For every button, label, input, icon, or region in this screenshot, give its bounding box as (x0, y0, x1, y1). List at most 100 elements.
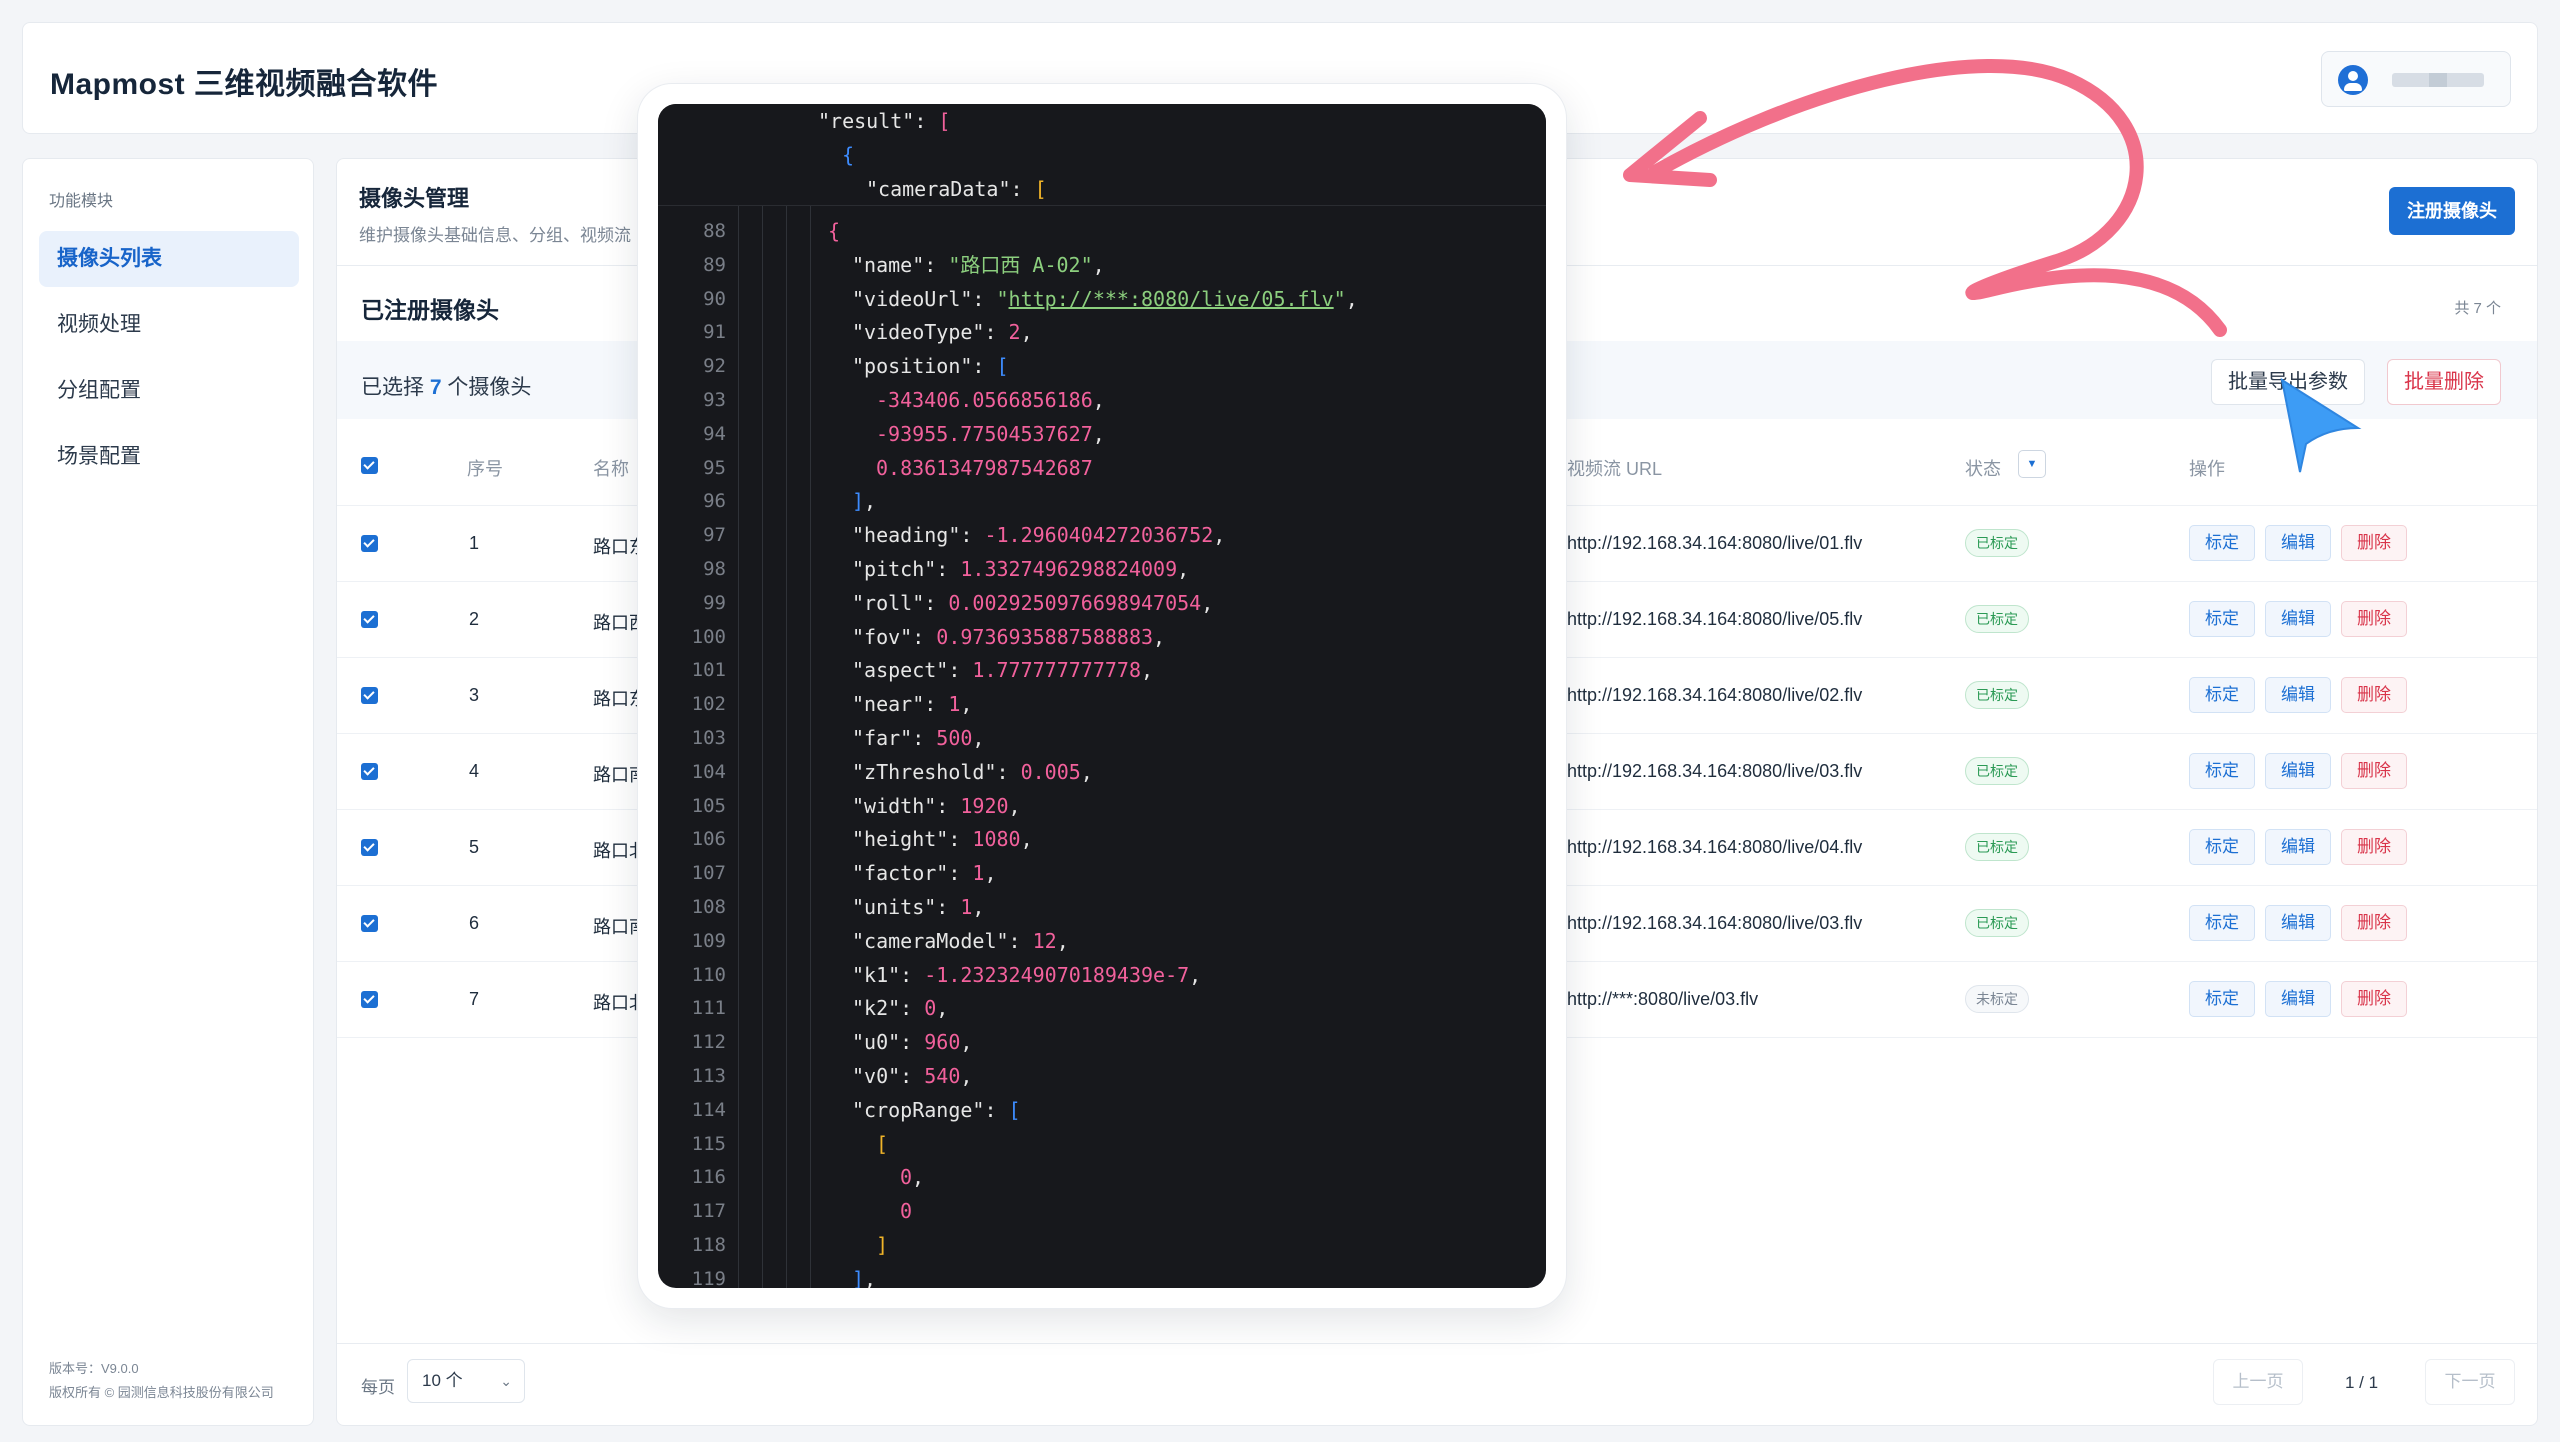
line-number: 93 (703, 389, 726, 411)
code-line: "name": "路口西 A-02", (852, 248, 1105, 282)
code-token: , (864, 1266, 877, 1288)
sidebar-item-scene-config[interactable]: 场景配置 (39, 429, 299, 485)
row-checkbox[interactable] (361, 535, 378, 552)
user-name-redacted (2392, 73, 2484, 87)
calibrate-button[interactable]: 标定 (2189, 829, 2255, 865)
per-page-select[interactable]: 10 个 ⌄ (407, 1359, 525, 1403)
code-token: , (1080, 759, 1093, 784)
code-token: 2 (1008, 320, 1021, 345)
sidebar: 功能模块 摄像头列表 视频处理 分组配置 场景配置 版本号：V9.0.0 版权所… (22, 158, 314, 1426)
column-header-status: 状态 (1965, 459, 2001, 479)
code-token: "result": (818, 109, 939, 133)
code-token: "near": (852, 692, 949, 717)
code-token: " (996, 286, 1009, 311)
code-token: , (1153, 624, 1166, 649)
code-token: { (842, 143, 855, 167)
code-token: , (1092, 388, 1105, 412)
edit-button[interactable]: 编辑 (2265, 601, 2331, 637)
next-page-button[interactable]: 下一页 (2425, 1359, 2515, 1405)
line-number: 102 (691, 693, 726, 716)
code-token: "roll": (852, 590, 949, 615)
sidebar-item-group-config[interactable]: 分组配置 (39, 363, 299, 419)
code-token: , (1345, 286, 1358, 311)
edit-button[interactable]: 编辑 (2265, 677, 2331, 713)
code-token: "name": (852, 252, 949, 277)
code-token: 1 (960, 895, 973, 919)
delete-button[interactable]: 删除 (2341, 829, 2407, 865)
code-line: "cropRange": [ (852, 1093, 1021, 1127)
calibrate-button[interactable]: 标定 (2189, 753, 2255, 789)
version-text: 版本号：V9.0.0 (49, 1361, 139, 1376)
row-checkbox[interactable] (361, 687, 378, 704)
delete-button[interactable]: 删除 (2341, 905, 2407, 941)
json-code-view[interactable]: "result": [{"cameraData": [ 88 {89 "name":… (658, 104, 1546, 1288)
status-badge: 未标定 (1965, 985, 2029, 1013)
calibrate-button[interactable]: 标定 (2189, 905, 2255, 941)
calibrate-button[interactable]: 标定 (2189, 677, 2255, 713)
list-title: 已注册摄像头 (361, 297, 499, 323)
sticky-code-line: { (842, 138, 854, 172)
line-number: 101 (691, 659, 726, 682)
code-token: [ (1034, 177, 1047, 201)
delete-button[interactable]: 删除 (2341, 601, 2407, 637)
code-line: "heading": -1.2960404272036752, (852, 518, 1225, 552)
code-token: "videoUrl": (852, 286, 997, 311)
code-line: [ (876, 1127, 888, 1161)
delete-button[interactable]: 删除 (2341, 677, 2407, 713)
delete-button[interactable]: 删除 (2341, 753, 2407, 789)
sidebar-item-camera-list[interactable]: 摄像头列表 (39, 231, 299, 287)
row-checkbox[interactable] (361, 915, 378, 932)
edit-button[interactable]: 编辑 (2265, 981, 2331, 1017)
prev-page-button[interactable]: 上一页 (2213, 1359, 2303, 1405)
calibrate-button[interactable]: 标定 (2189, 525, 2255, 561)
code-line: "k1": -1.2323249070189439e-7, (852, 958, 1201, 992)
edit-button[interactable]: 编辑 (2265, 829, 2331, 865)
code-token: "cameraData": (866, 177, 1035, 201)
pagination: 每页 10 个 ⌄ 上一页 1 / 1 下一页 (337, 1339, 2537, 1425)
row-url: http://192.168.34.164:8080/live/04.flv (1567, 837, 1863, 857)
code-token: , (936, 996, 949, 1021)
calibrate-button[interactable]: 标定 (2189, 601, 2255, 637)
code-token: 500 (936, 726, 973, 750)
code-token: "k1": (852, 962, 925, 987)
status-badge: 已标定 (1965, 605, 2029, 633)
column-header-actions: 操作 (2189, 459, 2225, 479)
status-badge: 已标定 (1965, 833, 2029, 861)
delete-button[interactable]: 删除 (2341, 981, 2407, 1017)
code-token: , (972, 726, 985, 750)
batch-delete-button[interactable]: 批量删除 (2387, 359, 2501, 405)
code-line: "units": 1, (852, 890, 984, 924)
code-token: , (1020, 827, 1033, 852)
edit-button[interactable]: 编辑 (2265, 525, 2331, 561)
edit-button[interactable]: 编辑 (2265, 905, 2331, 941)
code-token: "position": (852, 354, 997, 379)
status-badge: 已标定 (1965, 909, 2029, 937)
line-number: 104 (691, 760, 726, 783)
register-camera-button[interactable]: 注册摄像头 (2389, 187, 2515, 235)
code-line: "fov": 0.9736935887588883, (852, 620, 1165, 654)
line-number: 113 (691, 1065, 726, 1087)
batch-export-button[interactable]: 批量导出参数 (2211, 359, 2365, 405)
line-number: 116 (691, 1166, 726, 1189)
line-number: 90 (703, 287, 726, 310)
select-all-checkbox[interactable] (361, 457, 378, 474)
row-checkbox[interactable] (361, 763, 378, 780)
row-checkbox[interactable] (361, 991, 378, 1008)
code-line: ] (876, 1228, 888, 1262)
filter-icon[interactable]: ▼ (2018, 450, 2046, 478)
delete-button[interactable]: 删除 (2341, 525, 2407, 561)
code-token: [ (876, 1131, 889, 1156)
edit-button[interactable]: 编辑 (2265, 753, 2331, 789)
sidebar-item-video-processing[interactable]: 视频处理 (39, 297, 299, 353)
line-number: 100 (691, 625, 726, 648)
code-line: ], (852, 1262, 876, 1288)
line-number: 107 (691, 862, 726, 885)
row-checkbox[interactable] (361, 839, 378, 856)
line-number: 103 (691, 727, 726, 749)
code-token: "width": (852, 793, 961, 818)
section-title: 摄像头管理 (359, 186, 470, 211)
row-checkbox[interactable] (361, 611, 378, 628)
user-menu[interactable] (2321, 51, 2511, 107)
calibrate-button[interactable]: 标定 (2189, 981, 2255, 1017)
sticky-code-line: "result": [ (818, 104, 950, 138)
